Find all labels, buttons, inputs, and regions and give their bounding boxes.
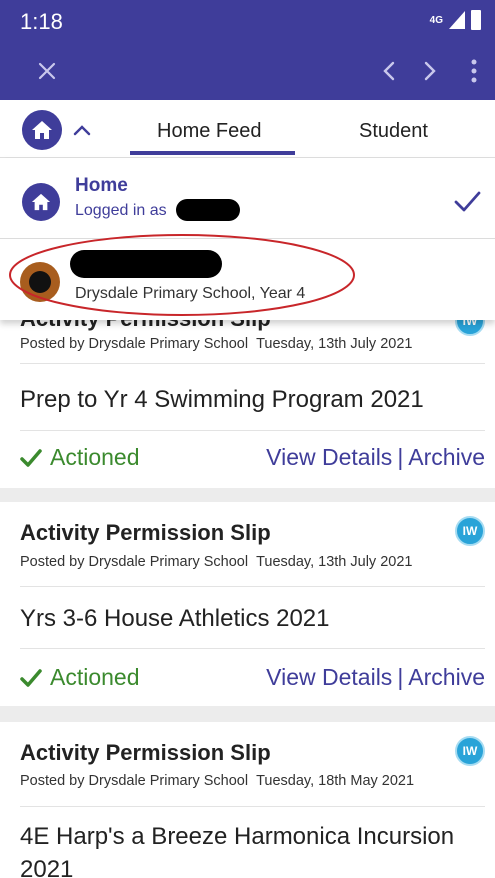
action-separator: | [397,444,404,470]
home-icon [32,121,52,139]
view-details-link[interactable]: View Details [266,444,392,470]
post-meta: Posted by Drysdale Primary School Tuesday… [20,773,414,789]
post-date: Tuesday, 13th July 2021 [256,554,413,570]
post-body: Prep to Yr 4 Swimming Program 2021 [20,386,424,413]
status-row: Actioned [20,664,140,691]
check-icon [454,191,481,212]
tab-home-feed[interactable]: Home Feed [157,120,262,143]
author-avatar: IW [455,516,485,546]
divider [20,430,485,431]
divider [20,806,485,807]
home-account-title[interactable]: Home [75,175,128,197]
post-meta: Posted by Drysdale Primary School Tuesday… [20,554,412,570]
author-avatar: IW [455,736,485,766]
post-author: Posted by Drysdale Primary School [20,336,249,352]
home-button[interactable] [22,110,62,150]
archive-link[interactable]: Archive [408,444,485,470]
action-separator: | [397,664,404,690]
view-details-link[interactable]: View Details [266,664,392,690]
status-icons: 4G [430,10,481,30]
post-actions: View Details | Archive [266,664,485,691]
post-author: Posted by Drysdale Primary School [20,554,249,570]
app-bar [0,42,495,100]
redacted-username [176,199,240,221]
highlight-ring [9,234,355,316]
home-account-avatar [22,183,60,221]
post-card[interactable]: Activity Permission Slip IW Posted by Dr… [0,502,495,706]
archive-link[interactable]: Archive [408,664,485,690]
post-title: Activity Permission Slip [20,740,271,765]
close-icon[interactable] [30,54,64,88]
status-row: Actioned [20,444,140,471]
post-title: Activity Permission Slip [20,520,271,545]
post-body: Yrs 3-6 House Athletics 2021 [20,605,330,632]
battery-icon [471,10,481,30]
status-bar: 1:18 4G [0,0,495,42]
network-type-label: 4G [429,14,443,26]
chevron-up-icon[interactable] [72,120,92,140]
home-icon [31,193,51,211]
divider [20,363,485,364]
more-vert-icon[interactable] [457,54,491,88]
post-card[interactable]: Activity Permission Slip IW Posted by Dr… [0,300,495,488]
signal-icon [449,11,465,29]
divider [20,586,485,587]
divider [20,648,485,649]
chevron-right-icon[interactable] [413,54,447,88]
check-icon [20,448,42,467]
status-actioned: Actioned [50,664,140,690]
status-time: 1:18 [20,9,63,34]
logged-in-label: Logged in as [75,202,167,219]
post-author: Posted by Drysdale Primary School [20,773,249,789]
post-actions: View Details | Archive [266,444,485,471]
tab-bar: Home Feed Student [0,100,495,158]
check-icon [20,668,42,687]
account-dropdown: Home Logged in as Drysdale Primary Schoo… [0,158,495,320]
post-date: Tuesday, 18th May 2021 [256,773,415,789]
post-card[interactable]: Activity Permission Slip IW Posted by Dr… [0,722,495,878]
post-meta: Posted by Drysdale Primary School Tuesday… [20,336,412,352]
status-actioned: Actioned [50,444,140,470]
chevron-left-icon[interactable] [372,54,406,88]
post-body: 4E Harp's a Breeze Harmonica Incursion 2… [20,823,455,878]
post-date: Tuesday, 13th July 2021 [256,336,413,352]
active-tab-indicator [130,151,295,155]
tab-student[interactable]: Student [359,120,428,143]
